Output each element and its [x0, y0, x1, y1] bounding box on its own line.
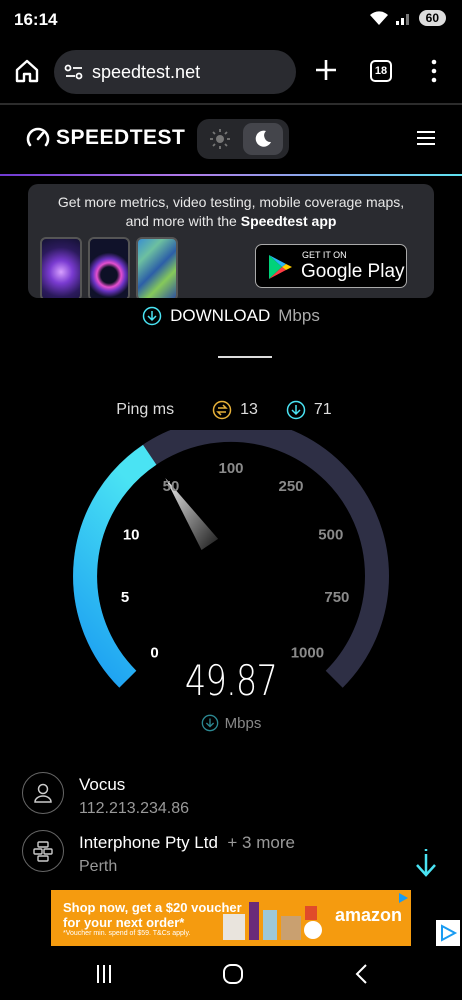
- user-icon: [22, 772, 64, 814]
- ping-loaded-value: 71: [313, 401, 332, 418]
- status-bar: 16:14 60: [0, 0, 462, 40]
- dark-mode-option[interactable]: [243, 123, 283, 155]
- promo-line-1: Get more metrics, video testing, mobile …: [57, 194, 405, 210]
- mode-underline: [218, 356, 272, 358]
- amazon-logo: amazon: [335, 905, 403, 925]
- scroll-down-icon[interactable]: [414, 848, 438, 878]
- logo-text: SPEEDTEST: [56, 126, 186, 149]
- recent-apps-icon[interactable]: [90, 962, 118, 986]
- phone-screenshot-3: [136, 237, 178, 298]
- system-navigation-bar: [0, 948, 462, 1000]
- status-time: 16:14: [14, 10, 58, 29]
- test-mode-text: DOWNLOAD: [170, 306, 271, 325]
- ad-headline-2: for your next order*: [63, 915, 185, 930]
- gauge-tick-label: 10: [123, 527, 140, 544]
- server-info[interactable]: Interphone Pty Ltd + 3 more Perth: [22, 830, 422, 880]
- gauge-tick-label: 50: [163, 478, 180, 495]
- ping-row: Ping ms 13 71: [0, 400, 462, 420]
- address-bar[interactable]: speedtest.net: [54, 50, 296, 94]
- speed-unit: Mbps: [0, 714, 462, 732]
- site-settings-icon[interactable]: [64, 63, 84, 81]
- ping-loaded: 71: [286, 400, 332, 420]
- ad-info-button[interactable]: [436, 920, 460, 946]
- store-small-text: GET IT ON: [302, 250, 347, 260]
- wifi-icon: [369, 11, 388, 25]
- phone-screenshot-1: [40, 237, 82, 298]
- promo-line-2: and more with the Speedtest app: [28, 212, 434, 231]
- isp-info: Vocus 112.213.234.86: [22, 772, 422, 822]
- adchoices-icon[interactable]: [397, 892, 409, 904]
- site-header: SPEEDTEST: [0, 115, 462, 165]
- server-icon: [22, 830, 64, 872]
- google-play-button[interactable]: GET IT ON Google Play: [255, 244, 407, 288]
- divider: [0, 103, 462, 105]
- tab-count: 18: [374, 65, 388, 77]
- phone-screenshot-2: [88, 237, 130, 298]
- ping-idle: 13: [212, 400, 258, 420]
- test-mode-label: DOWNLOAD Mbps: [0, 306, 462, 326]
- server-name-line[interactable]: Interphone Pty Ltd + 3 more: [79, 833, 295, 853]
- ping-idle-value: 13: [240, 401, 258, 418]
- moon-icon: [255, 130, 271, 147]
- tab-switcher-button[interactable]: 18: [370, 60, 392, 82]
- hamburger-menu-icon[interactable]: [416, 130, 436, 146]
- loaded-download-ping-icon: [286, 400, 306, 420]
- gauge-tick-label: 500: [318, 527, 343, 544]
- url-text: speedtest.net: [92, 61, 201, 82]
- idle-ping-icon: [212, 400, 232, 420]
- battery-indicator: 60: [418, 10, 446, 26]
- speed-unit-text: Mbps: [224, 714, 262, 732]
- store-big-text: Google Play: [301, 261, 405, 282]
- promo-line-2-text: and more with the: [125, 213, 241, 229]
- home-icon[interactable]: [14, 58, 40, 84]
- amazon-ad-banner[interactable]: Shop now, get a $20 voucher for your nex…: [51, 890, 411, 946]
- isp-name: Vocus: [79, 775, 126, 794]
- gauge-tick-label: 750: [324, 589, 349, 606]
- theme-toggle[interactable]: [197, 119, 289, 159]
- gauge-tick-label: 100: [218, 460, 243, 477]
- promo-app-name: Speedtest app: [240, 213, 337, 229]
- back-icon[interactable]: [348, 962, 376, 986]
- speedtest-logo[interactable]: SPEEDTEST: [26, 126, 185, 150]
- promo-text: Get more metrics, video testing, mobile …: [28, 193, 434, 231]
- app-screenshots: [40, 237, 210, 298]
- server-name: Interphone Pty Ltd: [79, 833, 218, 852]
- gauge-tick-label: 5: [121, 589, 129, 606]
- speedometer-logo-icon: [26, 127, 50, 147]
- change-server-link[interactable]: + 3 more: [227, 833, 295, 852]
- browser-toolbar: speedtest.net 18: [0, 44, 462, 100]
- more-options-icon[interactable]: [428, 58, 440, 84]
- new-tab-icon[interactable]: [312, 56, 340, 84]
- ping-label: Ping ms: [116, 401, 175, 418]
- speed-value: 49.87: [184, 656, 278, 705]
- download-icon: [142, 306, 162, 326]
- home-nav-icon[interactable]: [219, 962, 247, 986]
- server-location: Perth: [79, 858, 118, 875]
- download-small-icon: [201, 714, 218, 732]
- app-promo-banner[interactable]: Get more metrics, video testing, mobile …: [28, 184, 434, 298]
- sun-icon[interactable]: [209, 128, 231, 150]
- signal-icon: [395, 14, 409, 25]
- test-mode-unit: Mbps: [278, 306, 320, 325]
- ad-products-image: [223, 902, 322, 940]
- header-gradient-line: [0, 174, 462, 176]
- status-icons: 60: [369, 10, 446, 26]
- ad-headline-1: Shop now, get a $20 voucher: [63, 900, 242, 915]
- ad-fine-print: *Voucher min. spend of $59. T&Cs apply.: [63, 930, 191, 937]
- gauge-fill: [73, 444, 157, 688]
- gauge-ticks: 0510501002505007501000: [121, 460, 349, 661]
- gauge-tick-label: 250: [278, 478, 303, 495]
- ip-address: 112.213.234.86: [79, 800, 190, 817]
- ad-info-icon: [441, 924, 458, 942]
- google-play-icon: [269, 255, 292, 279]
